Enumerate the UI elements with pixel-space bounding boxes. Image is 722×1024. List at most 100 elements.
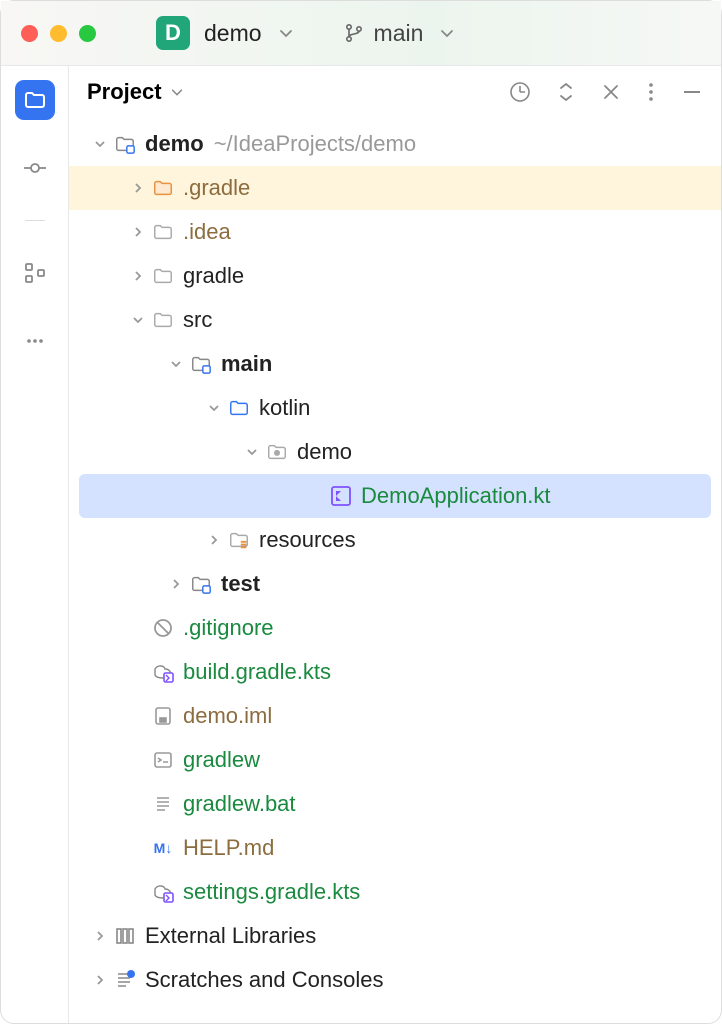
tree-row-help-md[interactable]: M↓ HELP.md <box>69 826 721 870</box>
panel-title-label: Project <box>87 79 162 105</box>
tree-row-src[interactable]: src <box>69 298 721 342</box>
maximize-window-button[interactable] <box>79 25 96 42</box>
module-folder-icon <box>187 353 215 375</box>
scratches-icon <box>111 969 139 991</box>
tree-row-gradlew-bat[interactable]: gradlew.bat <box>69 782 721 826</box>
tree-label: .gradle <box>183 175 250 201</box>
hide-panel-icon[interactable] <box>681 81 703 103</box>
titlebar: D demo main <box>1 1 721 66</box>
tree-label: demo.iml <box>183 703 272 729</box>
tree-row-root[interactable]: demo ~/IdeaProjects/demo <box>69 122 721 166</box>
left-toolstrip <box>1 66 69 1023</box>
close-window-button[interactable] <box>21 25 38 42</box>
project-tree: demo ~/IdeaProjects/demo .gradle .idea g… <box>69 118 721 1006</box>
select-opened-file-icon[interactable] <box>509 81 531 103</box>
tree-label: demo <box>297 439 352 465</box>
chevron-down-icon[interactable] <box>165 358 187 370</box>
tree-label: gradle <box>183 263 244 289</box>
tree-row-gradle-dot[interactable]: .gradle <box>69 166 721 210</box>
iml-file-icon <box>149 706 177 726</box>
branch-icon <box>344 23 364 43</box>
separator <box>25 220 45 221</box>
folder-icon <box>149 221 177 243</box>
tree-label: Scratches and Consoles <box>145 967 383 993</box>
tree-label: build.gradle.kts <box>183 659 331 685</box>
folder-icon <box>149 309 177 331</box>
tree-label: External Libraries <box>145 923 316 949</box>
tree-label: gradlew.bat <box>183 791 296 817</box>
tree-row-kotlin[interactable]: kotlin <box>69 386 721 430</box>
module-folder-icon <box>187 573 215 595</box>
collapse-all-icon[interactable] <box>601 82 621 102</box>
markdown-file-icon: M↓ <box>149 840 177 856</box>
gradle-kts-icon <box>149 881 177 903</box>
chevron-right-icon[interactable] <box>127 270 149 282</box>
tree-label: kotlin <box>259 395 310 421</box>
chevron-down-icon[interactable] <box>203 402 225 414</box>
tree-label: DemoApplication.kt <box>361 483 551 509</box>
tree-label: demo <box>145 131 204 157</box>
chevron-right-icon[interactable] <box>89 974 111 986</box>
structure-tool-button[interactable] <box>15 253 55 293</box>
more-tool-button[interactable] <box>15 321 55 361</box>
tree-row-settings-gradle[interactable]: settings.gradle.kts <box>69 870 721 914</box>
project-badge[interactable]: D <box>156 16 190 50</box>
ignore-file-icon <box>149 618 177 638</box>
chevron-down-icon <box>170 85 184 99</box>
shell-file-icon <box>149 750 177 770</box>
tree-label: .idea <box>183 219 231 245</box>
tree-row-external-libraries[interactable]: External Libraries <box>69 914 721 958</box>
tree-row-gitignore[interactable]: .gitignore <box>69 606 721 650</box>
tree-label: .gitignore <box>183 615 274 641</box>
branch-name: main <box>374 20 424 47</box>
tree-row-test[interactable]: test <box>69 562 721 606</box>
tree-label: settings.gradle.kts <box>183 879 360 905</box>
tree-label: gradlew <box>183 747 260 773</box>
chevron-right-icon[interactable] <box>203 534 225 546</box>
expand-collapse-icon[interactable] <box>557 81 575 103</box>
chevron-right-icon[interactable] <box>89 930 111 942</box>
more-options-icon[interactable] <box>647 81 655 103</box>
package-icon <box>263 441 291 463</box>
resources-folder-icon <box>225 529 253 551</box>
project-tool-button[interactable] <box>15 80 55 120</box>
tree-label: HELP.md <box>183 835 274 861</box>
library-icon <box>111 925 139 947</box>
tree-label: test <box>221 571 260 597</box>
chevron-down-icon[interactable] <box>127 314 149 326</box>
vcs-branch[interactable]: main <box>344 20 456 47</box>
tree-row-main[interactable]: main <box>69 342 721 386</box>
tree-row-build-gradle[interactable]: build.gradle.kts <box>69 650 721 694</box>
tree-row-demo-iml[interactable]: demo.iml <box>69 694 721 738</box>
tree-row-resources[interactable]: resources <box>69 518 721 562</box>
window-controls <box>21 25 96 42</box>
chevron-down-icon <box>439 25 455 41</box>
chevron-down-icon[interactable] <box>278 25 294 41</box>
tree-row-demo-pkg[interactable]: demo <box>69 430 721 474</box>
source-folder-icon <box>225 397 253 419</box>
excluded-folder-icon <box>149 177 177 199</box>
project-name[interactable]: demo <box>204 20 262 47</box>
tree-row-demo-application[interactable]: DemoApplication.kt <box>79 474 711 518</box>
tree-row-gradle[interactable]: gradle <box>69 254 721 298</box>
tree-label: src <box>183 307 212 333</box>
module-folder-icon <box>111 133 139 155</box>
tree-row-gradlew[interactable]: gradlew <box>69 738 721 782</box>
gradle-kts-icon <box>149 661 177 683</box>
panel-title[interactable]: Project <box>87 79 184 105</box>
kotlin-file-icon <box>327 485 355 507</box>
text-file-icon <box>149 794 177 814</box>
tree-row-scratches[interactable]: Scratches and Consoles <box>69 958 721 1002</box>
folder-icon <box>149 265 177 287</box>
chevron-right-icon[interactable] <box>127 182 149 194</box>
chevron-down-icon[interactable] <box>241 446 263 458</box>
tree-path-label: ~/IdeaProjects/demo <box>214 131 416 157</box>
commit-tool-button[interactable] <box>15 148 55 188</box>
tree-row-idea[interactable]: .idea <box>69 210 721 254</box>
panel-header: Project <box>69 66 721 118</box>
chevron-right-icon[interactable] <box>165 578 187 590</box>
minimize-window-button[interactable] <box>50 25 67 42</box>
chevron-right-icon[interactable] <box>127 226 149 238</box>
chevron-down-icon[interactable] <box>89 138 111 150</box>
tree-label: resources <box>259 527 356 553</box>
